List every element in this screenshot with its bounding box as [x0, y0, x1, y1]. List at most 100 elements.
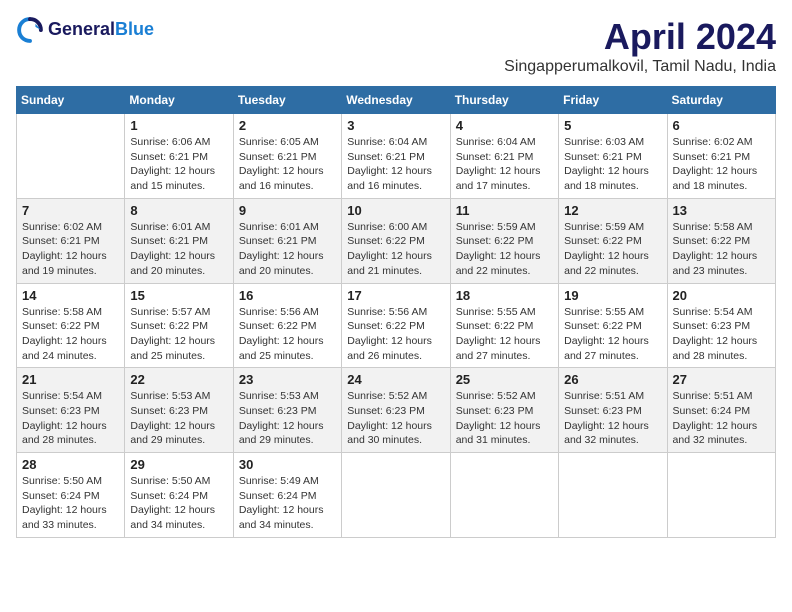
calendar-cell: 8 Sunrise: 6:01 AM Sunset: 6:21 PM Daylig…	[125, 198, 233, 283]
day-info: Sunrise: 5:51 AM Sunset: 6:24 PM Dayligh…	[673, 389, 770, 448]
day-info: Sunrise: 5:55 AM Sunset: 6:22 PM Dayligh…	[456, 305, 553, 364]
col-header-saturday: Saturday	[667, 87, 775, 114]
calendar-cell: 6 Sunrise: 6:02 AM Sunset: 6:21 PM Daylig…	[667, 114, 775, 199]
day-info: Sunrise: 5:50 AM Sunset: 6:24 PM Dayligh…	[22, 474, 119, 533]
day-number: 17	[347, 288, 444, 303]
day-number: 25	[456, 372, 553, 387]
day-info: Sunrise: 6:02 AM Sunset: 6:21 PM Dayligh…	[673, 135, 770, 194]
day-info: Sunrise: 6:01 AM Sunset: 6:21 PM Dayligh…	[130, 220, 227, 279]
calendar-cell: 25 Sunrise: 5:52 AM Sunset: 6:23 PM Dayli…	[450, 368, 558, 453]
day-number: 11	[456, 203, 553, 218]
calendar-cell: 21 Sunrise: 5:54 AM Sunset: 6:23 PM Dayli…	[17, 368, 125, 453]
calendar-week-row: 1 Sunrise: 6:06 AM Sunset: 6:21 PM Daylig…	[17, 114, 776, 199]
calendar-cell: 24 Sunrise: 5:52 AM Sunset: 6:23 PM Dayli…	[342, 368, 450, 453]
calendar-cell: 28 Sunrise: 5:50 AM Sunset: 6:24 PM Dayli…	[17, 453, 125, 538]
title-block: April 2024 Singapperumalkovil, Tamil Nad…	[504, 16, 776, 76]
calendar-header-row: SundayMondayTuesdayWednesdayThursdayFrid…	[17, 87, 776, 114]
calendar-cell: 30 Sunrise: 5:49 AM Sunset: 6:24 PM Dayli…	[233, 453, 341, 538]
day-number: 24	[347, 372, 444, 387]
day-info: Sunrise: 6:05 AM Sunset: 6:21 PM Dayligh…	[239, 135, 336, 194]
day-number: 1	[130, 118, 227, 133]
calendar-cell: 29 Sunrise: 5:50 AM Sunset: 6:24 PM Dayli…	[125, 453, 233, 538]
day-info: Sunrise: 6:06 AM Sunset: 6:21 PM Dayligh…	[130, 135, 227, 194]
day-number: 8	[130, 203, 227, 218]
month-title: April 2024	[504, 16, 776, 58]
day-info: Sunrise: 5:55 AM Sunset: 6:22 PM Dayligh…	[564, 305, 661, 364]
calendar-cell: 5 Sunrise: 6:03 AM Sunset: 6:21 PM Daylig…	[559, 114, 667, 199]
day-info: Sunrise: 6:01 AM Sunset: 6:21 PM Dayligh…	[239, 220, 336, 279]
calendar-cell: 13Sunrise: 5:58 AM Sunset: 6:22 PM Dayli…	[667, 198, 775, 283]
calendar-cell: 15 Sunrise: 5:57 AM Sunset: 6:22 PM Dayli…	[125, 283, 233, 368]
day-number: 30	[239, 457, 336, 472]
col-header-sunday: Sunday	[17, 87, 125, 114]
day-info: Sunrise: 5:58 AM Sunset: 6:22 PM Dayligh…	[673, 220, 770, 279]
day-info: Sunrise: 6:03 AM Sunset: 6:21 PM Dayligh…	[564, 135, 661, 194]
calendar-cell: 12 Sunrise: 5:59 AM Sunset: 6:22 PM Dayli…	[559, 198, 667, 283]
calendar-cell	[559, 453, 667, 538]
day-number: 23	[239, 372, 336, 387]
logo-blue: Blue	[115, 20, 154, 40]
day-number: 5	[564, 118, 661, 133]
day-number: 26	[564, 372, 661, 387]
day-number: 28	[22, 457, 119, 472]
day-info: Sunrise: 5:54 AM Sunset: 6:23 PM Dayligh…	[673, 305, 770, 364]
day-info: Sunrise: 5:57 AM Sunset: 6:22 PM Dayligh…	[130, 305, 227, 364]
calendar-week-row: 28 Sunrise: 5:50 AM Sunset: 6:24 PM Dayli…	[17, 453, 776, 538]
calendar-table: SundayMondayTuesdayWednesdayThursdayFrid…	[16, 86, 776, 538]
day-info: Sunrise: 6:02 AM Sunset: 6:21 PM Dayligh…	[22, 220, 119, 279]
day-info: Sunrise: 6:00 AM Sunset: 6:22 PM Dayligh…	[347, 220, 444, 279]
logo: GeneralBlue	[16, 16, 154, 44]
calendar-cell: 23 Sunrise: 5:53 AM Sunset: 6:23 PM Dayli…	[233, 368, 341, 453]
day-number: 10	[347, 203, 444, 218]
calendar-cell: 3Sunrise: 6:04 AM Sunset: 6:21 PM Daylig…	[342, 114, 450, 199]
calendar-cell	[17, 114, 125, 199]
calendar-cell: 17 Sunrise: 5:56 AM Sunset: 6:22 PM Dayli…	[342, 283, 450, 368]
day-number: 6	[673, 118, 770, 133]
day-info: Sunrise: 5:59 AM Sunset: 6:22 PM Dayligh…	[564, 220, 661, 279]
calendar-cell: 19 Sunrise: 5:55 AM Sunset: 6:22 PM Dayli…	[559, 283, 667, 368]
day-number: 20	[673, 288, 770, 303]
day-info: Sunrise: 5:50 AM Sunset: 6:24 PM Dayligh…	[130, 474, 227, 533]
day-number: 27	[673, 372, 770, 387]
calendar-cell: 11 Sunrise: 5:59 AM Sunset: 6:22 PM Dayli…	[450, 198, 558, 283]
day-info: Sunrise: 5:51 AM Sunset: 6:23 PM Dayligh…	[564, 389, 661, 448]
calendar-cell: 14Sunrise: 5:58 AM Sunset: 6:22 PM Dayli…	[17, 283, 125, 368]
calendar-cell: 4Sunrise: 6:04 AM Sunset: 6:21 PM Daylig…	[450, 114, 558, 199]
calendar-cell: 27 Sunrise: 5:51 AM Sunset: 6:24 PM Dayli…	[667, 368, 775, 453]
day-number: 19	[564, 288, 661, 303]
day-info: Sunrise: 5:53 AM Sunset: 6:23 PM Dayligh…	[130, 389, 227, 448]
calendar-cell: 1 Sunrise: 6:06 AM Sunset: 6:21 PM Daylig…	[125, 114, 233, 199]
page-header: GeneralBlue April 2024 Singapperumalkovi…	[16, 16, 776, 76]
day-number: 9	[239, 203, 336, 218]
day-number: 29	[130, 457, 227, 472]
day-number: 12	[564, 203, 661, 218]
day-info: Sunrise: 5:56 AM Sunset: 6:22 PM Dayligh…	[347, 305, 444, 364]
calendar-cell: 16Sunrise: 5:56 AM Sunset: 6:22 PM Dayli…	[233, 283, 341, 368]
day-number: 15	[130, 288, 227, 303]
calendar-cell: 10 Sunrise: 6:00 AM Sunset: 6:22 PM Dayli…	[342, 198, 450, 283]
calendar-cell: 22 Sunrise: 5:53 AM Sunset: 6:23 PM Dayli…	[125, 368, 233, 453]
day-number: 21	[22, 372, 119, 387]
day-info: Sunrise: 6:04 AM Sunset: 6:21 PM Dayligh…	[456, 135, 553, 194]
col-header-friday: Friday	[559, 87, 667, 114]
logo-icon	[16, 16, 44, 44]
day-info: Sunrise: 5:52 AM Sunset: 6:23 PM Dayligh…	[456, 389, 553, 448]
calendar-cell: 2Sunrise: 6:05 AM Sunset: 6:21 PM Daylig…	[233, 114, 341, 199]
col-header-thursday: Thursday	[450, 87, 558, 114]
calendar-week-row: 7 Sunrise: 6:02 AM Sunset: 6:21 PM Daylig…	[17, 198, 776, 283]
day-number: 22	[130, 372, 227, 387]
day-info: Sunrise: 5:59 AM Sunset: 6:22 PM Dayligh…	[456, 220, 553, 279]
col-header-tuesday: Tuesday	[233, 87, 341, 114]
calendar-cell: 18Sunrise: 5:55 AM Sunset: 6:22 PM Dayli…	[450, 283, 558, 368]
day-info: Sunrise: 5:49 AM Sunset: 6:24 PM Dayligh…	[239, 474, 336, 533]
day-number: 14	[22, 288, 119, 303]
location: Singapperumalkovil, Tamil Nadu, India	[504, 58, 776, 76]
col-header-monday: Monday	[125, 87, 233, 114]
day-info: Sunrise: 5:54 AM Sunset: 6:23 PM Dayligh…	[22, 389, 119, 448]
day-info: Sunrise: 5:53 AM Sunset: 6:23 PM Dayligh…	[239, 389, 336, 448]
calendar-cell	[667, 453, 775, 538]
calendar-cell: 26 Sunrise: 5:51 AM Sunset: 6:23 PM Dayli…	[559, 368, 667, 453]
calendar-cell	[342, 453, 450, 538]
day-number: 7	[22, 203, 119, 218]
day-info: Sunrise: 5:52 AM Sunset: 6:23 PM Dayligh…	[347, 389, 444, 448]
